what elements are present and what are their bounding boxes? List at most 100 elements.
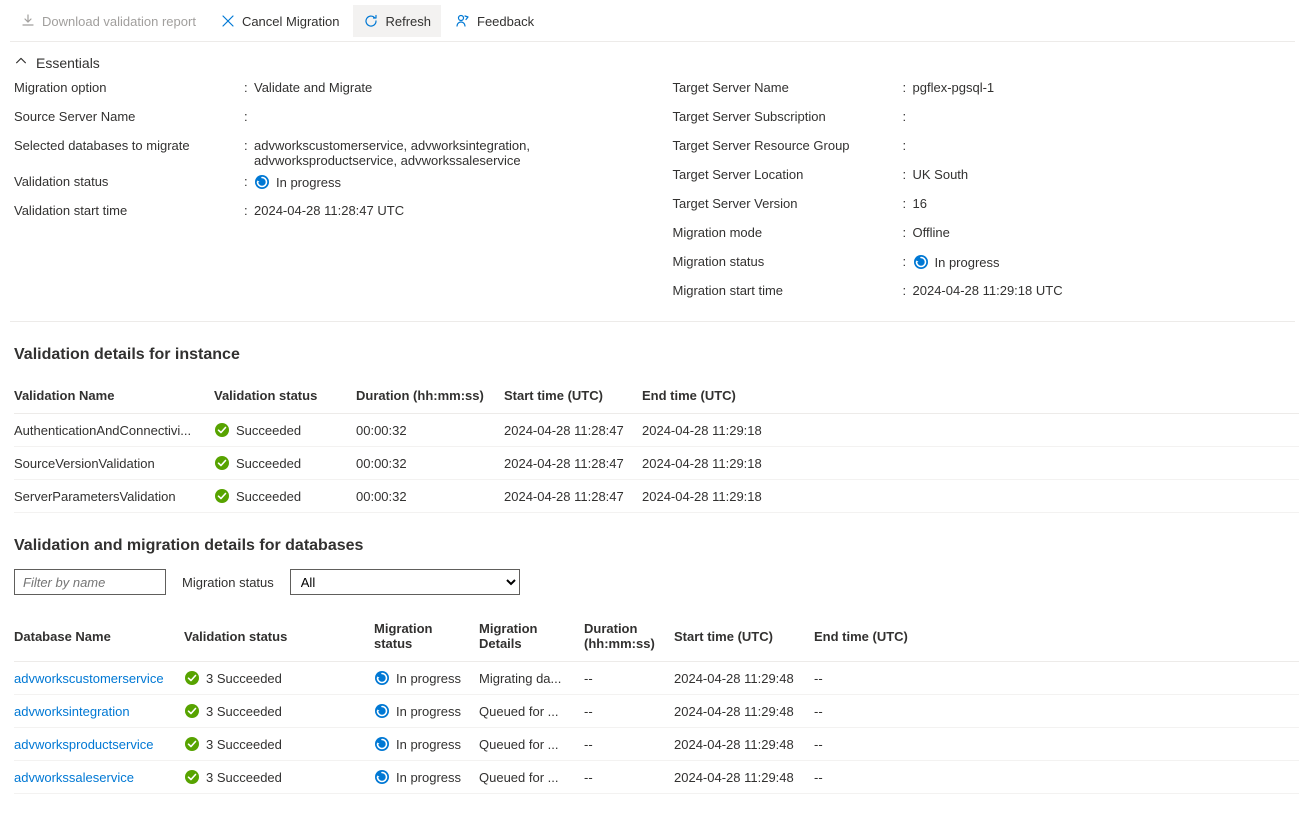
start-time-cell: 2024-04-28 11:28:47 — [504, 447, 642, 480]
table-row: advworksproductservice 3 SucceededIn prog… — [14, 728, 1299, 761]
feedback-button[interactable]: Feedback — [445, 5, 544, 37]
db-name-link[interactable]: advworksintegration — [14, 704, 130, 719]
col-db-duration[interactable]: Duration (hh:mm:ss) — [584, 611, 674, 662]
db-name-cell: advworkssaleservice — [14, 761, 184, 794]
chevron-up-icon — [14, 54, 28, 71]
col-db-end[interactable]: End time (UTC) — [814, 611, 1299, 662]
success-icon — [184, 703, 200, 719]
db-name-link[interactable]: advworksproductservice — [14, 737, 153, 752]
db-mstatus-cell: In progress — [374, 662, 479, 695]
refresh-label: Refresh — [385, 14, 431, 29]
essentials-left-column: Migration option : Validate and Migrate … — [14, 77, 673, 309]
in-progress-icon — [374, 736, 390, 752]
db-duration-cell: -- — [584, 695, 674, 728]
db-end-cell: -- — [814, 695, 1299, 728]
in-progress-icon — [913, 254, 929, 270]
essentials-right-column: Target Server Name : pgflex-pgsql-1 Targ… — [673, 77, 1292, 309]
essentials-toggle[interactable]: Essentials — [10, 42, 1295, 77]
success-icon — [184, 670, 200, 686]
essentials-header-label: Essentials — [36, 55, 100, 71]
db-vstatus-cell: 3 Succeeded — [184, 761, 374, 794]
col-db-mstatus[interactable]: Migration status — [374, 611, 479, 662]
validation-status-cell: Succeeded — [214, 414, 356, 447]
col-db-vstatus[interactable]: Validation status — [184, 611, 374, 662]
table-row: AuthenticationAndConnectivi...Succeeded0… — [14, 414, 1299, 447]
migration-start-time-value: 2024-04-28 11:29:18 UTC — [913, 283, 1292, 298]
cancel-icon — [220, 13, 236, 29]
target-server-name-label: Target Server Name — [673, 80, 903, 95]
db-mstatus-cell: In progress — [374, 728, 479, 761]
selected-databases-value: advworkscustomerservice, advworksintegra… — [254, 138, 633, 168]
download-validation-report-button: Download validation report — [10, 5, 206, 37]
db-details-table: Database Name Validation status Migratio… — [14, 611, 1299, 794]
migration-status-select[interactable]: All — [290, 569, 520, 595]
col-db-mdetails[interactable]: Migration Details — [479, 611, 584, 662]
command-bar: Download validation report Cancel Migrat… — [10, 5, 1295, 42]
target-server-subscription-label: Target Server Subscription — [673, 109, 903, 124]
col-start-time[interactable]: Start time (UTC) — [504, 378, 642, 414]
db-start-cell: 2024-04-28 11:29:48 — [674, 695, 814, 728]
db-vstatus-cell: 3 Succeeded — [184, 695, 374, 728]
validation-name-cell: AuthenticationAndConnectivi... — [14, 414, 214, 447]
db-mdetails-cell: Queued for ... — [479, 761, 584, 794]
table-row: advworkssaleservice3 SucceededIn progres… — [14, 761, 1299, 794]
refresh-icon — [363, 13, 379, 29]
target-server-location-value: UK South — [913, 167, 1292, 182]
selected-databases-label: Selected databases to migrate — [14, 138, 244, 153]
success-icon — [184, 769, 200, 785]
refresh-button[interactable]: Refresh — [353, 5, 441, 37]
in-progress-icon — [374, 703, 390, 719]
instance-section-title: Validation details for instance — [14, 346, 1291, 364]
db-mdetails-cell: Queued for ... — [479, 728, 584, 761]
download-icon — [20, 13, 36, 29]
validation-name-cell: SourceVersionValidation — [14, 447, 214, 480]
migration-mode-label: Migration mode — [673, 225, 903, 240]
validation-status-cell: Succeeded — [214, 447, 356, 480]
validation-status-cell: Succeeded — [214, 480, 356, 513]
col-duration[interactable]: Duration (hh:mm:ss) — [356, 378, 504, 414]
col-db-start[interactable]: Start time (UTC) — [674, 611, 814, 662]
migration-mode-value: Offline — [913, 225, 1292, 240]
col-db-name[interactable]: Database Name — [14, 611, 184, 662]
duration-cell: 00:00:32 — [356, 447, 504, 480]
success-icon — [214, 422, 230, 438]
db-duration-cell: -- — [584, 662, 674, 695]
table-row: SourceVersionValidationSucceeded00:00:32… — [14, 447, 1299, 480]
db-name-cell: advworksproductservice — [14, 728, 184, 761]
col-end-time[interactable]: End time (UTC) — [642, 378, 1299, 414]
db-mstatus-cell: In progress — [374, 695, 479, 728]
db-name-link[interactable]: advworkscustomerservice — [14, 671, 164, 686]
col-validation-status[interactable]: Validation status — [214, 378, 356, 414]
target-server-name-value: pgflex-pgsql-1 — [913, 80, 1292, 95]
start-time-cell: 2024-04-28 11:28:47 — [504, 480, 642, 513]
essentials-panel: Migration option : Validate and Migrate … — [10, 77, 1295, 322]
db-vstatus-cell: 3 Succeeded — [184, 662, 374, 695]
db-vstatus-cell: 3 Succeeded — [184, 728, 374, 761]
duration-cell: 00:00:32 — [356, 480, 504, 513]
feedback-label: Feedback — [477, 14, 534, 29]
db-name-link[interactable]: advworkssaleservice — [14, 770, 134, 785]
end-time-cell: 2024-04-28 11:29:18 — [642, 414, 1299, 447]
migration-status-value: In progress — [913, 254, 1292, 270]
db-mdetails-cell: Migrating da... — [479, 662, 584, 695]
db-start-cell: 2024-04-28 11:29:48 — [674, 662, 814, 695]
migration-status-filter-label: Migration status — [182, 575, 274, 590]
in-progress-icon — [374, 670, 390, 686]
feedback-icon — [455, 13, 471, 29]
db-mdetails-cell: Queued for ... — [479, 695, 584, 728]
migration-option-label: Migration option — [14, 80, 244, 95]
target-server-rg-label: Target Server Resource Group — [673, 138, 903, 153]
in-progress-icon — [374, 769, 390, 785]
target-server-version-value: 16 — [913, 196, 1292, 211]
db-start-cell: 2024-04-28 11:29:48 — [674, 728, 814, 761]
cancel-migration-button[interactable]: Cancel Migration — [210, 5, 350, 37]
db-end-cell: -- — [814, 761, 1299, 794]
success-icon — [184, 736, 200, 752]
table-row: advworksintegration 3 SucceededIn progres… — [14, 695, 1299, 728]
table-row: ServerParametersValidationSucceeded00:00… — [14, 480, 1299, 513]
validation-status-label: Validation status — [14, 174, 244, 189]
col-validation-name[interactable]: Validation Name — [14, 378, 214, 414]
filter-by-name-input[interactable] — [14, 569, 166, 595]
in-progress-icon — [254, 174, 270, 190]
instance-validation-table: Validation Name Validation status Durati… — [14, 378, 1299, 513]
